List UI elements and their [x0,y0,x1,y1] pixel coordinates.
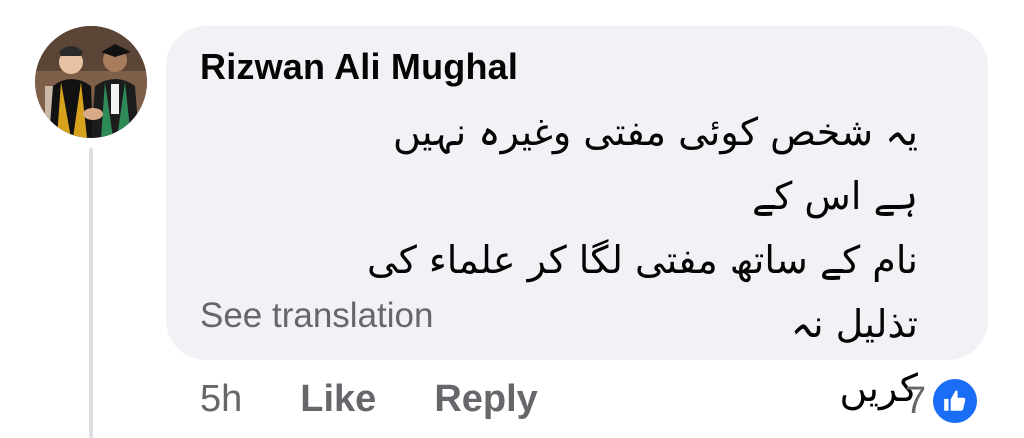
comment-line: یہ شخص کوئی مفتی وغیرہ نہیں ہے اس کے [392,110,918,218]
comment-bubble: Rizwan Ali Mughal یہ شخص کوئی مفتی وغیرہ… [166,26,988,410]
comment-timestamp[interactable]: 5h [200,378,242,421]
avatar[interactable] [35,26,147,138]
see-translation-link[interactable]: See translation [200,296,433,336]
comment-line: نام کے ساتھ مفتی لگا کر علماء کی تذلیل ن… [367,238,918,346]
like-button[interactable]: Like [300,378,376,421]
like-icon [930,376,981,426]
comment-author[interactable]: Rizwan Ali Mughal [200,46,518,88]
reaction-count: 7 [905,379,927,422]
thread-line [89,148,93,438]
comment-text: یہ شخص کوئی مفتی وغیرہ نہیں ہے اس کے نام… [358,100,918,420]
avatar-photo [35,26,147,138]
comment-actions: 5h Like Reply [200,378,538,421]
reply-button[interactable]: Reply [434,378,537,421]
reactions-summary[interactable]: 7 [905,376,981,426]
